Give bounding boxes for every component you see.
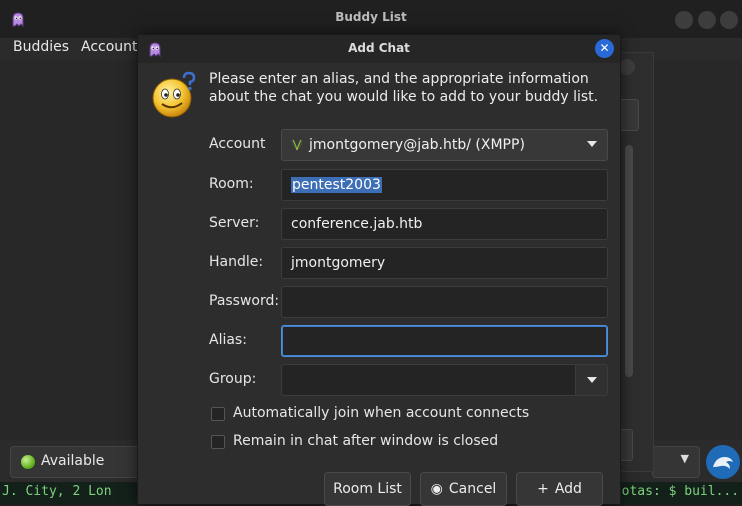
chevron-down-icon [587,141,597,147]
available-status-icon [21,455,35,469]
group-label: Group: [209,371,257,387]
cancel-button[interactable]: ◉ Cancel [420,472,507,506]
chevron-down-icon: ▼ [680,452,689,465]
room-list-button-label: Room List [333,481,402,497]
chevron-down-icon [587,377,597,383]
add-button[interactable]: + Add [516,472,603,506]
scrollbar[interactable] [625,145,633,377]
server-field[interactable]: conference.jab.htb [281,208,608,240]
maximize-button[interactable] [698,11,716,29]
add-icon: + [537,481,549,497]
kali-icon[interactable] [706,445,740,479]
group-dropdown-button[interactable] [575,365,607,395]
cancel-icon: ◉ [430,481,443,497]
terminal-text-left: J. City, 2 Lon [2,484,112,499]
alias-label: Alias: [209,332,247,348]
terminal-text-right: quotas: $ buil... JAVA_OPTIO [606,484,742,499]
add-chat-dialog: Add Chat ✕ Please enter an alias, and th… [137,34,621,506]
buddy-list-titlebar: Buddy List [0,0,742,38]
close-icon[interactable]: ✕ [595,39,614,58]
secondary-dropdown[interactable]: ▼ [652,446,700,478]
window-close-button[interactable] [720,11,738,29]
handle-label: Handle: [209,254,264,270]
group-combo[interactable] [281,364,608,396]
status-selector[interactable]: Available [10,446,140,478]
smiley-question-icon [152,71,196,118]
alias-field[interactable] [281,325,608,357]
handle-value: jmontgomery [291,255,386,271]
room-label: Room: [209,176,254,192]
room-list-button[interactable]: Room List [324,472,411,506]
password-label: Password: [209,293,280,309]
remain-in-chat-label[interactable]: Remain in chat after window is closed [233,433,498,449]
xmpp-icon [291,139,303,151]
auto-join-label[interactable]: Automatically join when account connects [233,405,529,421]
menu-accounts[interactable]: Accounts [81,39,145,55]
cancel-button-label: Cancel [448,481,497,497]
handle-field[interactable]: jmontgomery [281,247,608,279]
buddy-list-title: Buddy List [335,10,407,24]
account-label: Account [209,136,266,152]
minimize-button[interactable] [675,11,693,29]
remain-in-chat-checkbox[interactable] [211,435,225,449]
password-field[interactable] [281,286,608,318]
server-label: Server: [209,215,260,231]
dialog-title: Add Chat [348,41,410,55]
menu-buddies[interactable]: Buddies [13,39,69,55]
account-value: jmontgomery@jab.htb/ (XMPP) [309,137,525,153]
account-combo[interactable]: jmontgomery@jab.htb/ (XMPP) [281,129,608,161]
server-value: conference.jab.htb [291,216,423,232]
room-value: pentest2003 [291,177,382,193]
room-field[interactable]: pentest2003 [281,169,608,201]
status-label: Available [41,453,105,469]
dialog-titlebar: Add Chat ✕ [138,35,620,63]
add-button-label: Add [554,481,582,497]
background-dialog-button[interactable] [619,59,635,75]
auto-join-checkbox[interactable] [211,407,225,421]
intro-text: Please enter an alias, and the appropria… [209,71,599,105]
